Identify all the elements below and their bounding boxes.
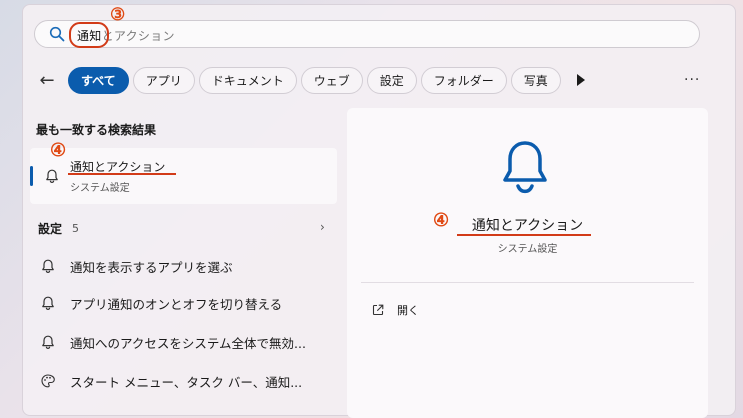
annotation-circle-search [69,22,109,48]
search-suggestion-text: とアクション [101,29,175,43]
list-item-label: 通知を表示するアプリを選ぶ [70,259,233,275]
bell-icon [42,335,54,350]
chip-web[interactable]: ウェブ [300,66,363,94]
chip-all[interactable]: すべて [68,66,129,94]
selection-indicator [30,166,33,186]
annotation-underline-best-match [68,173,176,175]
list-item[interactable]: スタート メニュー、タスク バー、通知... [40,371,302,391]
back-arrow-icon[interactable]: ← [36,69,58,91]
best-match-subtitle: システム設定 [70,183,130,194]
chip-folders[interactable]: フォルダー [420,66,507,94]
search-input[interactable]: 通知とアクション [34,20,700,48]
chip-settings[interactable]: 設定 [366,66,417,94]
annotation-marker-4-left: ④ [50,140,67,161]
annotation-marker-3: ③ [110,5,126,25]
chip-apps[interactable]: アプリ [132,66,195,94]
preview-title: 通知とアクション [471,218,584,234]
chip-photos[interactable]: 写真 [510,66,561,94]
list-item-label: 通知へのアクセスをシステム全体で無効... [70,335,306,351]
annotation-underline-preview [457,234,591,236]
annotation-marker-4-right: ④ [433,210,450,231]
more-options-icon[interactable]: ··· [684,72,700,88]
bell-icon [46,169,58,184]
filter-bar: ← すべて アプリ ドキュメント ウェブ 設定 フォルダー 写真 [36,66,565,94]
best-match-heading: 最も一致する検索結果 [36,123,157,137]
open-action[interactable]: 開く [371,302,419,318]
bell-icon [42,259,54,274]
open-label: 開く [397,304,419,317]
list-item[interactable]: アプリ通知のオンとオフを切り替える [40,293,282,313]
best-match-item[interactable]: 通知とアクション システム設定 [30,148,337,204]
bell-icon [503,141,547,194]
divider [361,282,694,283]
settings-count-badge: 5 [72,222,79,235]
list-item-label: スタート メニュー、タスク バー、通知... [70,374,303,390]
preview-panel: 通知とアクション システム設定 開く [347,108,708,418]
chip-documents[interactable]: ドキュメント [198,66,297,94]
palette-icon [41,374,55,388]
search-icon [49,26,65,42]
settings-heading: 設定 [38,222,63,236]
list-item-label: アプリ通知のオンとオフを切り替える [70,296,283,312]
list-item[interactable]: 通知へのアクセスをシステム全体で無効... [40,332,306,352]
list-item[interactable]: 通知を表示するアプリを選ぶ [40,256,233,276]
bell-icon [42,296,54,311]
chevron-right-icon[interactable]: › [320,220,325,234]
preview-subtitle: システム設定 [497,244,558,255]
open-external-icon [372,304,384,316]
more-filters-arrow-icon[interactable] [577,74,585,86]
